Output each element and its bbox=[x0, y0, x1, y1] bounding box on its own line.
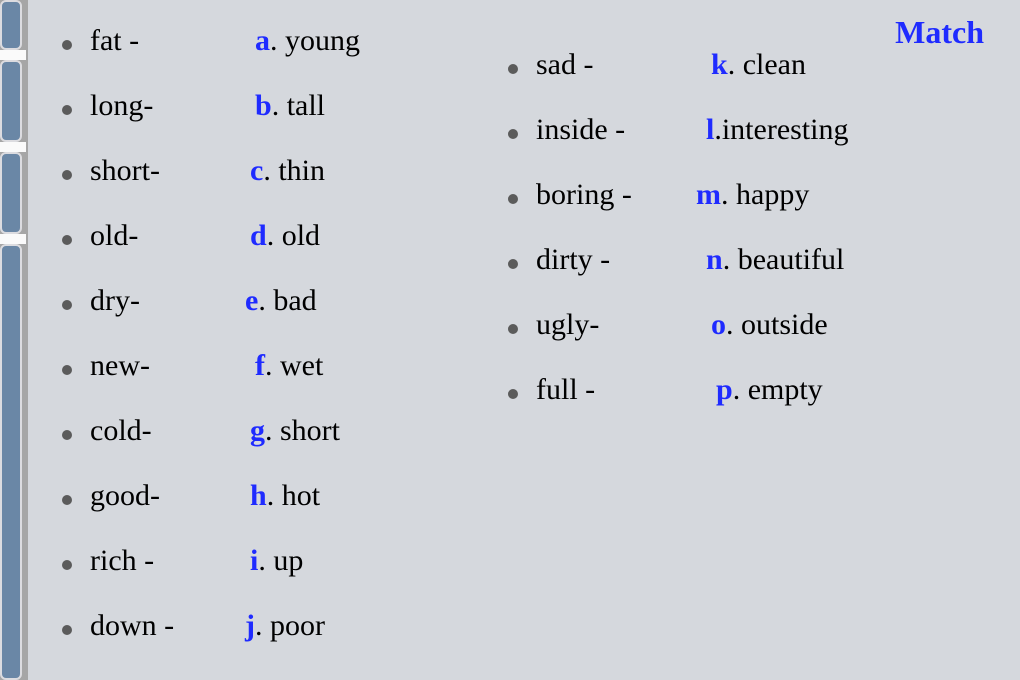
list-item: dry-e. bad bbox=[62, 280, 502, 316]
decorative-side-strip bbox=[0, 0, 28, 680]
bullet-icon bbox=[62, 300, 72, 310]
slide-area: Match fat - a. younglong-b. tallshort-c.… bbox=[28, 0, 1020, 680]
bullet-icon bbox=[62, 495, 72, 505]
prompt-word: long- bbox=[90, 91, 255, 121]
prompt-word: old- bbox=[90, 221, 250, 251]
option-word: . empty bbox=[733, 375, 823, 405]
bullet-icon bbox=[62, 625, 72, 635]
option-word: . young bbox=[270, 26, 360, 56]
list-item: new-f. wet bbox=[62, 345, 502, 381]
list-item: dirty -n. beautiful bbox=[508, 239, 1008, 275]
option-letter: p bbox=[716, 375, 733, 405]
bullet-icon bbox=[508, 259, 518, 269]
bullet-icon bbox=[62, 430, 72, 440]
prompt-word: good- bbox=[90, 481, 250, 511]
list-item: inside -l.interesting bbox=[508, 109, 1008, 145]
list-item: boring -m. happy bbox=[508, 174, 1008, 210]
list-item: old-d. old bbox=[62, 215, 502, 251]
option-word: . happy bbox=[721, 180, 809, 210]
list-item: full -p. empty bbox=[508, 369, 1008, 405]
option-word: . wet bbox=[265, 351, 323, 381]
prompt-word: fat - bbox=[90, 26, 255, 56]
list-item: ugly-o. outside bbox=[508, 304, 1008, 340]
option-word: . bad bbox=[258, 286, 316, 316]
option-word: . old bbox=[267, 221, 320, 251]
bullet-icon bbox=[62, 235, 72, 245]
option-word: . thin bbox=[263, 156, 325, 186]
option-word: . short bbox=[265, 416, 340, 446]
prompt-word: dirty - bbox=[536, 245, 706, 275]
option-word: . hot bbox=[267, 481, 320, 511]
option-letter: b bbox=[255, 91, 272, 121]
prompt-word: inside - bbox=[536, 115, 706, 145]
bullet-icon bbox=[62, 40, 72, 50]
option-letter: f bbox=[255, 351, 265, 381]
list-item: fat - a. young bbox=[62, 20, 502, 56]
bullet-icon bbox=[62, 365, 72, 375]
bullet-icon bbox=[508, 64, 518, 74]
option-letter: n bbox=[706, 245, 723, 275]
list-item: short-c. thin bbox=[62, 150, 502, 186]
option-word: . beautiful bbox=[723, 245, 845, 275]
prompt-word: short- bbox=[90, 156, 250, 186]
prompt-word: down - bbox=[90, 611, 245, 641]
option-letter: i bbox=[250, 546, 258, 576]
option-letter: d bbox=[250, 221, 267, 251]
prompt-word: cold- bbox=[90, 416, 250, 446]
bullet-icon bbox=[508, 194, 518, 204]
bullet-icon bbox=[508, 389, 518, 399]
prompt-word: boring - bbox=[536, 180, 696, 210]
option-word: .interesting bbox=[714, 115, 848, 145]
option-letter: j bbox=[245, 611, 255, 641]
option-word: . tall bbox=[272, 91, 325, 121]
option-letter: l bbox=[706, 115, 714, 145]
list-item: rich -i. up bbox=[62, 540, 502, 576]
list-item: cold-g. short bbox=[62, 410, 502, 446]
prompt-word: new- bbox=[90, 351, 255, 381]
prompt-word: ugly- bbox=[536, 310, 711, 340]
list-item: sad -k. clean bbox=[508, 44, 1008, 80]
left-column: fat - a. young long-b. tall short-c. thin o… bbox=[62, 20, 502, 670]
prompt-word: sad - bbox=[536, 50, 711, 80]
prompt-word: rich - bbox=[90, 546, 250, 576]
option-letter: a bbox=[255, 26, 270, 56]
prompt-word: dry- bbox=[90, 286, 245, 316]
list-item: long-b. tall bbox=[62, 85, 502, 121]
option-letter: m bbox=[696, 180, 721, 210]
option-word: . clean bbox=[728, 50, 806, 80]
option-word: . up bbox=[258, 546, 303, 576]
list-item: down - j. poor bbox=[62, 605, 502, 641]
right-column: sad -k. clean inside -l.interesting boring… bbox=[508, 44, 1008, 434]
option-letter: h bbox=[250, 481, 267, 511]
option-word: . poor bbox=[255, 611, 325, 641]
bullet-icon bbox=[62, 105, 72, 115]
prompt-word: full - bbox=[536, 375, 716, 405]
option-letter: e bbox=[245, 286, 258, 316]
list-item: good-h. hot bbox=[62, 475, 502, 511]
option-letter: g bbox=[250, 416, 265, 446]
option-letter: o bbox=[711, 310, 726, 340]
bullet-icon bbox=[62, 170, 72, 180]
bullet-icon bbox=[62, 560, 72, 570]
bullet-icon bbox=[508, 129, 518, 139]
bullet-icon bbox=[508, 324, 518, 334]
option-word: . outside bbox=[726, 310, 828, 340]
option-letter: k bbox=[711, 50, 728, 80]
option-letter: c bbox=[250, 156, 263, 186]
